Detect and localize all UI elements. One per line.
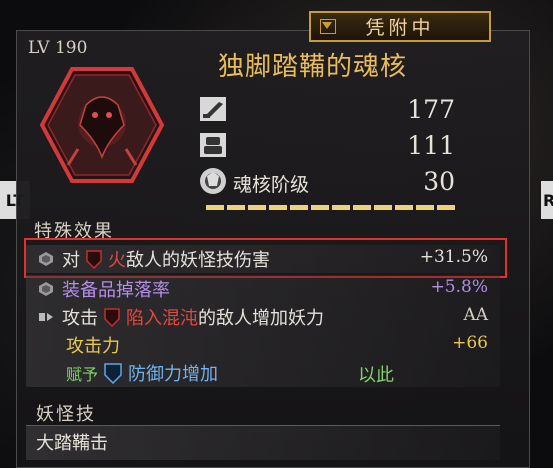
soul-core-emblem-icon (39, 67, 165, 183)
effect-element-fire: 火 (108, 250, 126, 271)
equipped-status-tab[interactable]: 凭附中 (309, 11, 491, 42)
defense-value: 111 (407, 131, 455, 160)
rank-segment (290, 205, 308, 210)
rank-segment (437, 205, 455, 210)
hex-gem-icon (39, 252, 53, 266)
soul-core-rank-icon (200, 168, 226, 194)
effect-value: +31.5% (419, 247, 488, 267)
effect-value: AA (463, 305, 488, 325)
rank-segment (206, 205, 224, 210)
sword-icon (200, 97, 226, 121)
rank-progress-bar (206, 205, 455, 210)
rank-segment (332, 205, 350, 210)
effect-lead-text: 赋予 (66, 365, 99, 384)
soul-core-rank-row: 魂核阶级 30 (195, 166, 465, 198)
attack-value: 177 (407, 95, 455, 124)
rank-segment (416, 205, 434, 210)
effect-row-attack[interactable]: 攻击力 +66 (26, 331, 500, 359)
yokai-skill-name: 大踏鞴击 (36, 433, 108, 454)
effect-text: 的敌人增加妖力 (198, 308, 324, 329)
effect-text: 攻击力 (66, 336, 120, 357)
rank-segment (395, 205, 413, 210)
effect-value: +66 (452, 333, 488, 353)
shield-red-icon (104, 308, 120, 327)
dropdown-triangle-icon (320, 19, 336, 34)
rank-segment (227, 205, 245, 210)
effect-value: +5.8% (430, 277, 488, 297)
effect-row-defense-up[interactable]: 赋予 防御力增加 以此 (26, 359, 500, 387)
rank-segment (269, 205, 287, 210)
shield-red-icon (86, 250, 102, 269)
rank-segment (374, 205, 392, 210)
yokai-skill-heading: 妖怪技 (36, 404, 96, 425)
effect-lead-text: 攻击 (62, 308, 98, 329)
hex-gem-icon (39, 282, 53, 296)
effect-text: 敌人的妖怪技伤害 (126, 250, 270, 271)
soul-core-rank-value: 30 (423, 167, 455, 196)
item-level: LV 190 (28, 38, 88, 58)
rank-segment (248, 205, 266, 210)
effect-text: 装备品掉落率 (62, 280, 170, 301)
effect-row-chaos-amrita[interactable]: 攻击 陷入混沌 的敌人增加妖力 AA (26, 303, 500, 331)
attack-stat-row: 177 (195, 94, 465, 126)
rb-label: R (543, 190, 553, 210)
shield-blue-icon (104, 363, 122, 384)
rank-segment (353, 205, 371, 210)
effect-value: 以此 (358, 365, 394, 386)
effect-element-chaos: 陷入混沌 (126, 308, 198, 329)
double-arrow-icon (39, 313, 53, 321)
effect-text: 防御力增加 (128, 364, 219, 385)
rb-button[interactable]: R (541, 181, 553, 219)
effect-lead-text: 对 (62, 250, 80, 271)
armor-icon (200, 133, 226, 157)
defense-stat-row: 111 (195, 130, 465, 162)
item-title: 独脚踏鞴的魂核 (218, 52, 408, 82)
rank-segment (311, 205, 329, 210)
soul-core-rank-label: 魂核阶级 (233, 174, 310, 196)
effect-row-fire-damage[interactable]: 对 火 敌人的妖怪技伤害 +31.5% (26, 245, 500, 273)
yokai-skill-row[interactable]: 大踏鞴击 (26, 425, 500, 460)
effect-row-drop-rate[interactable]: 装备品掉落率 +5.8% (26, 275, 500, 303)
special-effects-heading: 特殊效果 (34, 221, 114, 242)
equipped-status-label: 凭附中 (365, 17, 435, 39)
